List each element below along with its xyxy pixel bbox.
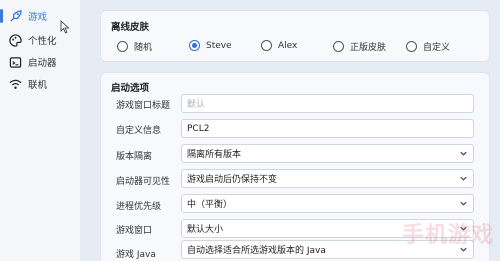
sidebar-item-launcher[interactable]: 启动器 — [8, 52, 74, 72]
wifi-icon — [8, 77, 22, 91]
sidebar: 游戏 个性化 启动器 联机 — [0, 0, 80, 261]
select-value: 中（平衡） — [187, 200, 233, 210]
radio-icon — [333, 41, 344, 52]
launcher-visibility-select[interactable]: 游戏启动后仍保持不变 — [181, 169, 474, 188]
chevron-down-icon — [460, 201, 467, 206]
custom-info-input[interactable]: PCL2 — [181, 119, 474, 138]
skin-option-random[interactable]: 随机 — [117, 40, 152, 53]
launcher-icon — [8, 55, 22, 69]
radio-label: 正版皮肤 — [350, 43, 387, 53]
sidebar-item-label: 启动器 — [28, 58, 57, 69]
placeholder-text: 默认 — [187, 100, 206, 110]
label-version-isolation: 版本隔离 — [116, 152, 153, 162]
label-custom-info: 自定义信息 — [116, 126, 162, 136]
select-value: 默认大小 — [187, 225, 224, 235]
skin-option-official[interactable]: 正版皮肤 — [333, 40, 386, 53]
offline-skin-card: 离线皮肤 随机 Steve Alex 正版皮肤 自定义 — [100, 10, 490, 62]
select-value: 隔离所有版本 — [187, 150, 242, 160]
skin-option-alex[interactable]: Alex — [261, 40, 297, 51]
cursor-icon — [60, 20, 70, 34]
radio-icon — [117, 41, 128, 52]
radio-icon — [189, 40, 200, 51]
watermark: 手机游戏 — [401, 223, 494, 248]
rocket-icon — [8, 9, 22, 23]
radio-icon — [406, 41, 417, 52]
label-game-java: 游戏 Java — [116, 250, 156, 260]
chevron-down-icon — [460, 151, 467, 156]
window-title-input[interactable]: 默认 — [181, 94, 474, 113]
radio-icon — [261, 40, 272, 51]
sidebar-item-label: 游戏 — [28, 12, 48, 23]
select-value: 自动选择适合所选游戏版本的 Java — [187, 246, 326, 256]
radio-label: Alex — [278, 40, 298, 51]
process-priority-select[interactable]: 中（平衡） — [181, 194, 474, 213]
input-value: PCL2 — [187, 123, 210, 134]
version-isolation-select[interactable]: 隔离所有版本 — [181, 144, 474, 163]
skin-option-steve[interactable]: Steve — [189, 40, 232, 51]
label-game-window: 游戏窗口 — [116, 226, 153, 236]
radio-label: 随机 — [134, 43, 153, 53]
sidebar-item-label: 联机 — [28, 80, 48, 91]
sidebar-item-multiplayer[interactable]: 联机 — [8, 74, 74, 94]
card-title: 离线皮肤 — [111, 22, 150, 33]
label-launcher-visibility: 启动器可见性 — [116, 177, 171, 187]
card-title: 启动选项 — [111, 83, 150, 94]
radio-label: Steve — [206, 40, 232, 51]
chevron-down-icon — [460, 176, 467, 181]
select-value: 游戏启动后仍保持不变 — [187, 175, 278, 185]
label-window-title: 游戏窗口标题 — [116, 101, 171, 111]
sidebar-item-label: 个性化 — [28, 36, 57, 47]
label-process-priority: 进程优先级 — [116, 202, 162, 212]
skin-option-custom[interactable]: 自定义 — [406, 40, 450, 53]
palette-icon — [8, 33, 22, 47]
radio-label: 自定义 — [423, 43, 451, 53]
